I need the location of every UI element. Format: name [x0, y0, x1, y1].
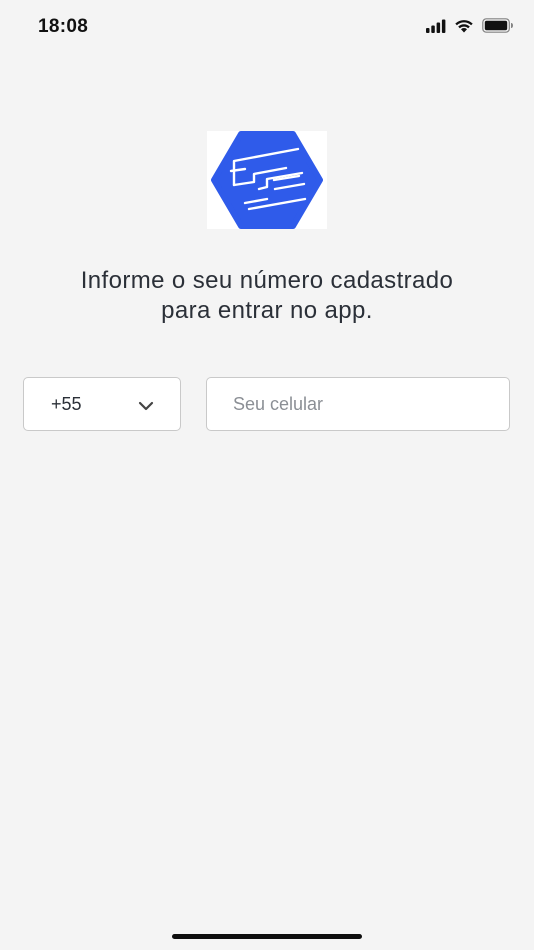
login-prompt: Informe o seu número cadastrado para ent…: [0, 266, 534, 326]
signal-icon: [426, 19, 446, 38]
chevron-down-icon: [138, 398, 154, 416]
home-indicator[interactable]: [172, 934, 362, 939]
status-icons: [426, 18, 514, 38]
prompt-line-2: para entrar no app.: [161, 297, 373, 324]
country-code-select[interactable]: +55: [23, 377, 181, 431]
wifi-icon: [454, 18, 474, 38]
app-logo: [207, 131, 327, 229]
country-code-value: +55: [51, 394, 82, 414]
app-logo-icon: [207, 131, 327, 229]
status-bar: 18:08: [0, 0, 534, 54]
battery-icon: [482, 18, 514, 38]
phone-number-input[interactable]: [206, 377, 510, 431]
status-time: 18:08: [38, 16, 89, 37]
prompt-line-1: Informe o seu número cadastrado: [80, 267, 454, 294]
